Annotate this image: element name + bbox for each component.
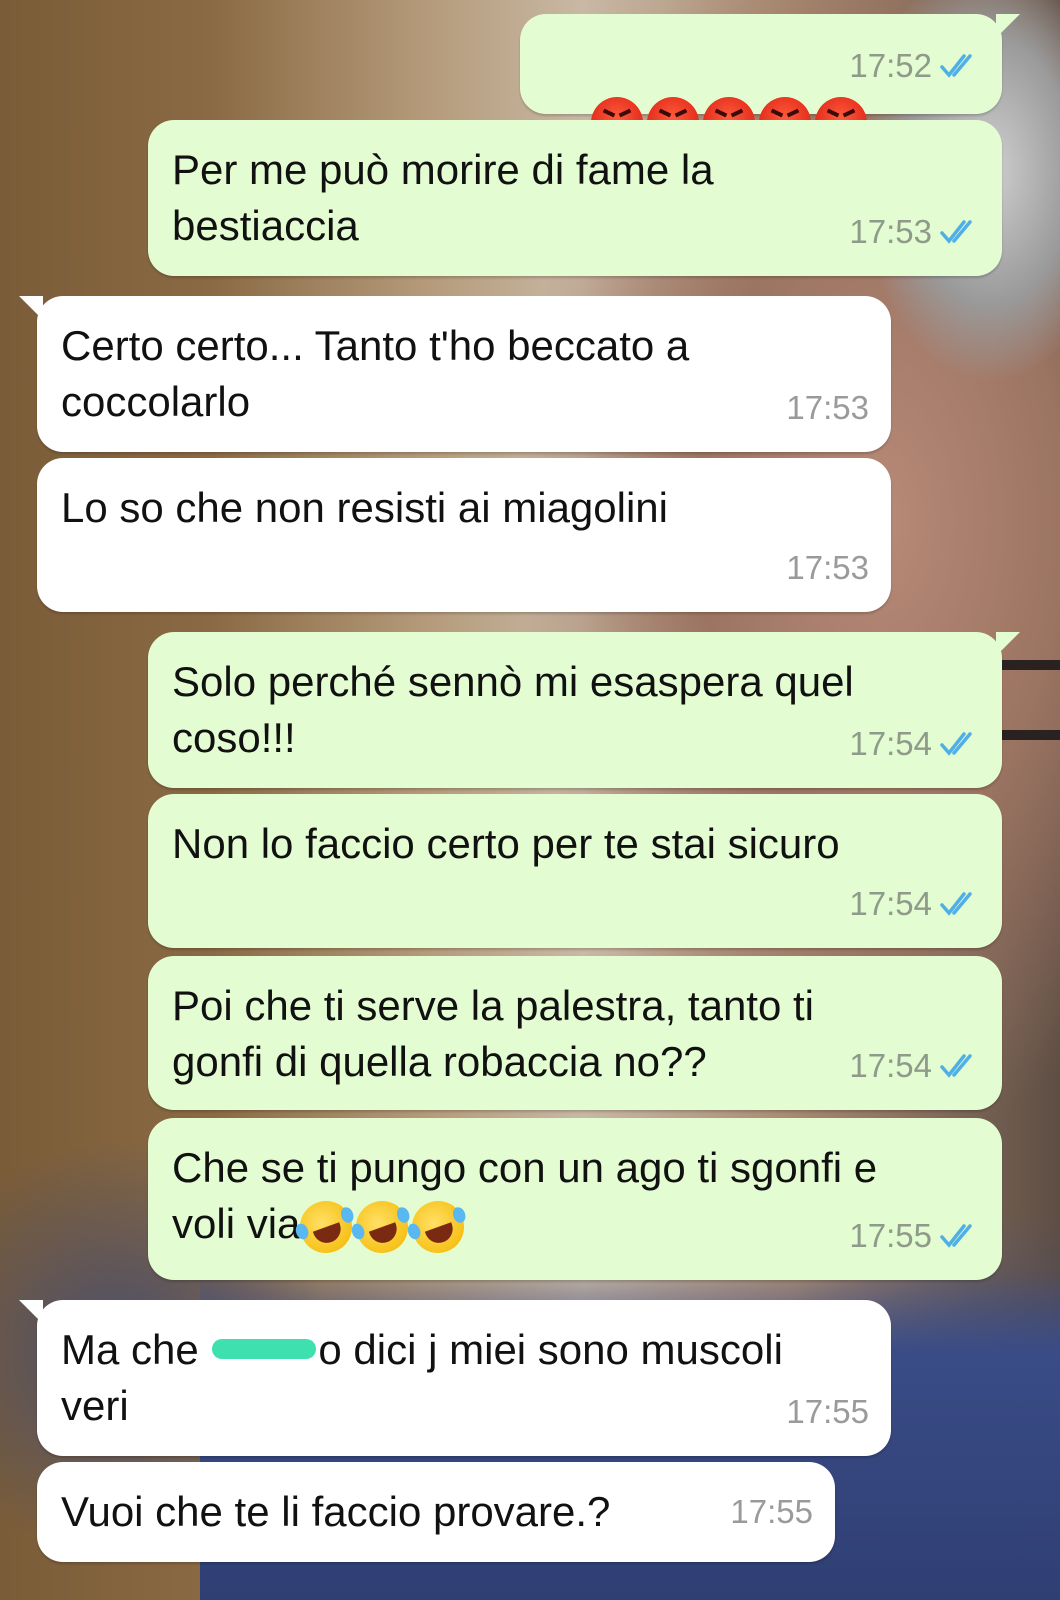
message-incoming[interactable]: Vuoi che te li faccio provare.? 17:55 bbox=[37, 1462, 835, 1562]
message-text-part: Che se ti pungo con un ago ti sgonfi e v… bbox=[172, 1144, 878, 1247]
message-time: 17:54 bbox=[849, 1047, 932, 1084]
message-incoming[interactable]: Ma che o dici j miei sono muscoli veri 1… bbox=[19, 1300, 891, 1456]
message-text: Ma che o dici j miei sono muscoli veri bbox=[61, 1322, 867, 1434]
message-time: 17:54 bbox=[849, 885, 932, 922]
message-time: 17:55 bbox=[786, 1393, 869, 1430]
message-outgoing[interactable]: 17:52 bbox=[520, 14, 1020, 149]
bubble-tail bbox=[19, 1300, 43, 1324]
rolling-laughing-emoji bbox=[349, 1193, 416, 1261]
message-meta: 17:54 bbox=[849, 876, 980, 932]
message-time: 17:53 bbox=[849, 213, 932, 250]
message-outgoing[interactable]: Solo perché sennò mi esaspera quel coso!… bbox=[148, 632, 1020, 788]
message-time: 17:53 bbox=[786, 389, 869, 426]
read-receipt-icon bbox=[940, 220, 972, 244]
message-time: 17:55 bbox=[849, 1217, 932, 1254]
message-incoming[interactable]: Lo so che non resisti ai miagolini 17:53 bbox=[37, 458, 891, 612]
message-incoming[interactable]: Certo certo... Tanto t'ho beccato a cocc… bbox=[19, 296, 891, 452]
message-meta: 17:53 bbox=[849, 204, 980, 260]
message-time: 17:52 bbox=[849, 47, 932, 84]
message-outgoing[interactable]: Per me può morire di fame la bestiaccia … bbox=[148, 120, 1002, 276]
message-meta: 17:53 bbox=[786, 540, 869, 596]
message-meta: 17:54 bbox=[849, 716, 980, 772]
message-text-part: Ma che bbox=[61, 1326, 211, 1373]
message-meta: 17:55 bbox=[786, 1384, 869, 1440]
read-receipt-icon bbox=[940, 1054, 972, 1078]
message-outgoing[interactable]: Che se ti pungo con un ago ti sgonfi e v… bbox=[148, 1118, 1002, 1280]
bubble-tail bbox=[996, 14, 1020, 38]
message-time: 17:55 bbox=[730, 1493, 813, 1530]
bubble-tail bbox=[19, 296, 43, 320]
message-text: Non lo faccio certo per te stai sicuro bbox=[172, 820, 840, 867]
message-meta: 17:52 bbox=[849, 38, 980, 94]
bubble-tail bbox=[996, 632, 1020, 656]
message-meta: 17:53 bbox=[786, 380, 869, 436]
message-outgoing[interactable]: Poi che ti serve la palestra, tanto ti g… bbox=[148, 956, 1002, 1110]
message-meta: 17:55 bbox=[730, 1484, 813, 1540]
rolling-laughing-emoji bbox=[405, 1193, 472, 1261]
message-text: Lo so che non resisti ai miagolini bbox=[61, 484, 668, 531]
message-time: 17:53 bbox=[786, 549, 869, 586]
censor-highlight bbox=[212, 1338, 317, 1359]
message-text: Certo certo... Tanto t'ho beccato a cocc… bbox=[61, 322, 690, 425]
message-time: 17:54 bbox=[849, 725, 932, 762]
message-outgoing[interactable]: Non lo faccio certo per te stai sicuro 1… bbox=[148, 794, 1002, 948]
read-receipt-icon bbox=[940, 892, 972, 916]
message-meta: 17:54 bbox=[849, 1038, 980, 1094]
rolling-laughing-emoji bbox=[293, 1193, 360, 1261]
message-meta: 17:55 bbox=[849, 1208, 980, 1264]
read-receipt-icon bbox=[940, 1224, 972, 1248]
read-receipt-icon bbox=[940, 732, 972, 756]
read-receipt-icon bbox=[940, 54, 972, 78]
message-text: Vuoi che te li faccio provare.? bbox=[61, 1488, 611, 1535]
